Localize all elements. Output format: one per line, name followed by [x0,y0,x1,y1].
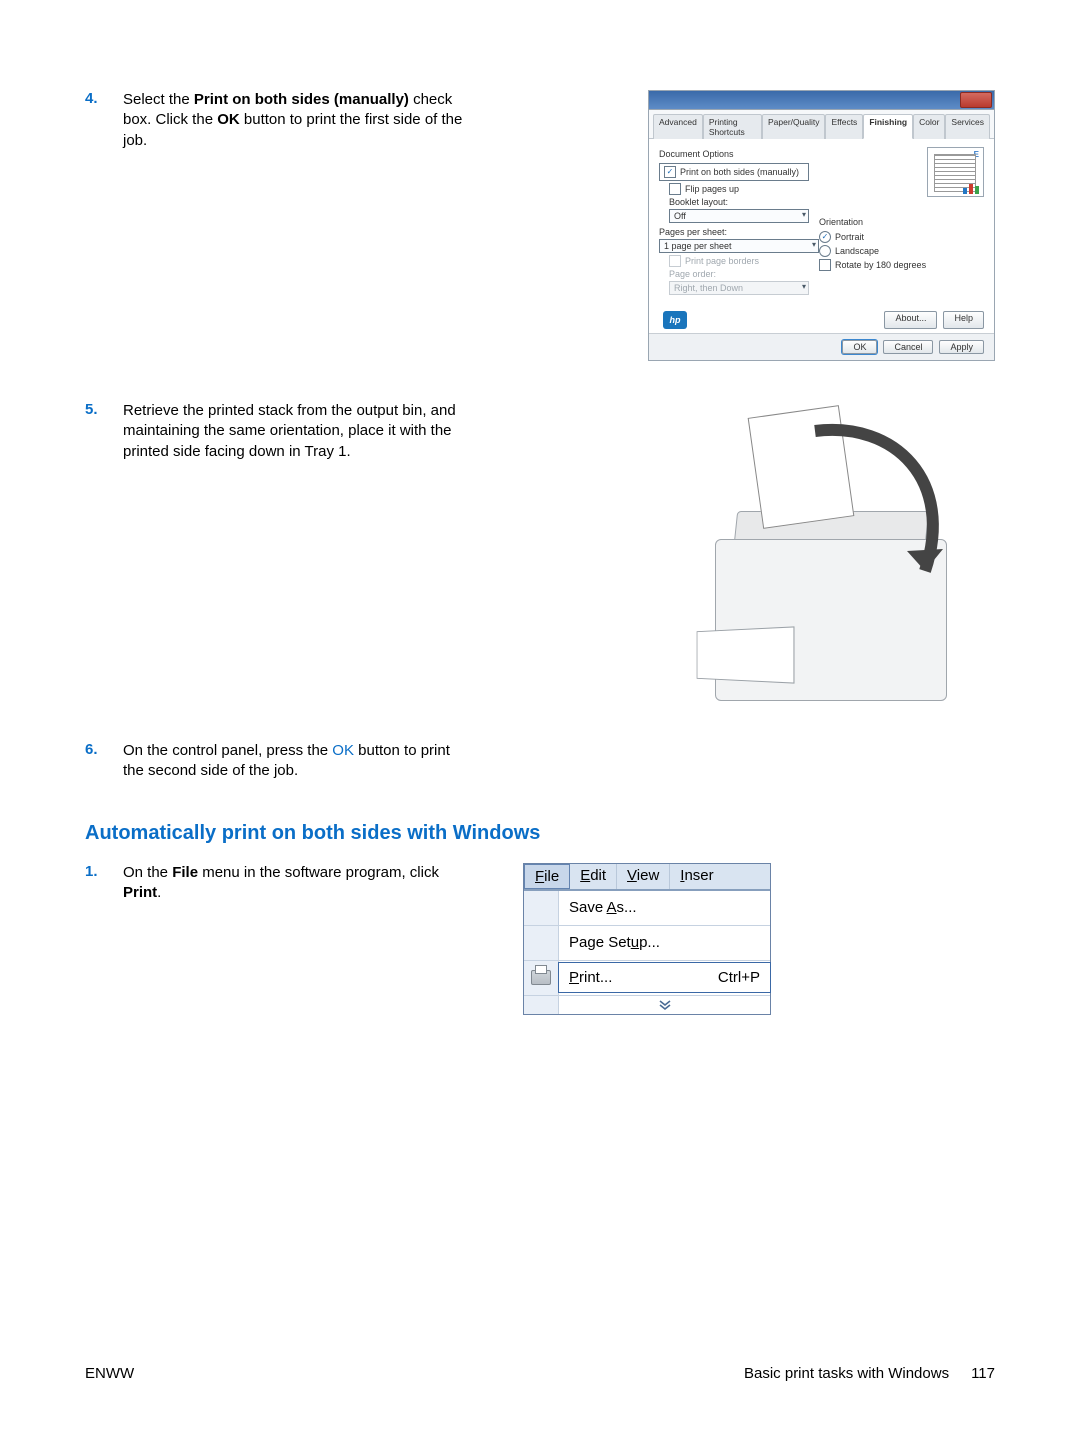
print-both-sides-checkbox[interactable]: Print on both sides (manually) [659,163,809,181]
orientation-label: Orientation [819,217,984,227]
tab-effects[interactable]: Effects [825,114,863,139]
auto-step-1-text: On the File menu in the software program… [123,863,463,904]
arrow-icon [695,401,995,701]
about-button[interactable]: About... [884,311,937,329]
cancel-button[interactable]: Cancel [883,340,933,354]
flip-pages-up-label: Flip pages up [685,184,739,194]
menu-page-setup[interactable]: Page Setup... [524,926,770,961]
tab-paper-quality[interactable]: Paper/Quality [762,114,826,139]
menu-bar: File Edit View Inser [524,864,770,890]
auto1-post: . [157,884,161,901]
tab-services[interactable]: Services [945,114,990,139]
step-5-number: 5. [85,401,123,418]
ok-button[interactable]: OK [842,340,877,354]
step-4-bold1: Print on both sides (manually) [194,91,409,108]
page-order-label: Page order: [669,269,809,279]
menu-edit[interactable]: Edit [570,864,617,889]
menu-save-as-label: Save As... [569,899,637,916]
printer-icon [524,961,559,995]
rotate-180-checkbox[interactable]: Rotate by 180 degrees [819,259,984,271]
print-both-sides-label: Print on both sides (manually) [680,167,799,177]
section-heading: Automatically print on both sides with W… [85,822,995,845]
tab-finishing[interactable]: Finishing [863,114,913,139]
auto-step-1-row: 1. On the File menu in the software prog… [85,863,995,1015]
menu-page-setup-label: Page Setup... [569,934,660,951]
booklet-layout-label: Booklet layout: [669,197,809,207]
menu-insert-rest: nser [684,867,713,884]
auto1-mid: menu in the software program, click [198,864,439,881]
radio-icon [819,245,831,257]
printer-illustration [695,401,995,701]
step-5-row: 5. Retrieve the printed stack from the o… [85,401,995,701]
step-6-ok: OK [332,742,354,759]
landscape-label: Landscape [835,246,879,256]
step-6-row: 6. On the control panel, press the OK bu… [85,741,995,782]
hp-logo-icon: hp [663,311,687,329]
tab-printing-shortcuts[interactable]: Printing Shortcuts [703,114,762,139]
menu-blank-icon [524,926,559,960]
pages-per-sheet-select[interactable]: 1 page per sheet [659,239,819,253]
step-6-text: On the control panel, press the OK butto… [123,741,463,782]
pages-per-sheet-value: 1 page per sheet [664,241,732,251]
print-page-borders-checkbox: Print page borders [669,255,809,267]
checkbox-icon [669,255,681,267]
menu-insert[interactable]: Inser [670,864,723,889]
menu-file[interactable]: File [524,864,570,889]
step-6-number: 6. [85,741,123,758]
page-order-select: Right, then Down [669,281,809,295]
menu-print[interactable]: Print... Ctrl+P [524,961,770,996]
pages-per-sheet-label: Pages per sheet: [659,227,809,237]
page-number: 117 [971,1365,995,1382]
menu-blank-icon [524,996,559,1014]
page-preview-icon [927,147,984,197]
auto1-bold2: Print [123,884,157,901]
step-4-pre: Select the [123,91,194,108]
menu-file-rest: ile [544,868,559,885]
booklet-layout-select[interactable]: Off [669,209,809,223]
step-4-number: 4. [85,90,123,107]
page-order-value: Right, then Down [674,283,743,293]
flip-pages-up-checkbox[interactable]: Flip pages up [669,183,809,195]
auto1-bold1: File [172,864,198,881]
help-button[interactable]: Help [943,311,984,329]
checkbox-icon [819,259,831,271]
portrait-label: Portrait [835,232,864,242]
apply-button[interactable]: Apply [939,340,984,354]
menu-view-rest: iew [637,867,660,884]
portrait-radio[interactable]: Portrait [819,231,984,243]
checkbox-icon [669,183,681,195]
checkbox-icon [664,166,676,178]
footer-right: Basic print tasks with Windows [744,1365,949,1382]
menu-blank-icon [524,891,559,925]
step-4-row: 4. Select the Print on both sides (manua… [85,90,995,361]
landscape-radio[interactable]: Landscape [819,245,984,257]
step-4-text: Select the Print on both sides (manually… [123,90,463,151]
file-menu-screenshot: File Edit View Inser Save As... Page Set… [523,863,771,1015]
dialog-tabs: Advanced Printing Shortcuts Paper/Qualit… [649,110,994,139]
auto1-pre: On the [123,864,172,881]
tab-color[interactable]: Color [913,114,945,139]
step-5-text: Retrieve the printed stack from the outp… [123,401,463,462]
close-icon[interactable] [960,92,992,108]
radio-icon [819,231,831,243]
step-4-bold2: OK [217,111,240,128]
menu-print-shortcut: Ctrl+P [718,969,760,986]
menu-print-label: Print... [569,969,612,986]
menu-view[interactable]: View [617,864,670,889]
tab-advanced[interactable]: Advanced [653,114,703,139]
print-properties-dialog: Advanced Printing Shortcuts Paper/Qualit… [648,90,995,361]
menu-save-as[interactable]: Save As... [524,891,770,926]
page-footer: ENWW Basic print tasks with Windows 117 [85,1365,995,1382]
auto-step-1-number: 1. [85,863,123,880]
menu-edit-rest: dit [590,867,606,884]
document-options-label: Document Options [659,149,809,159]
step-6-pre: On the control panel, press the [123,742,332,759]
menu-expand[interactable] [524,996,770,1014]
rotate-180-label: Rotate by 180 degrees [835,260,926,270]
chevron-down-icon [559,997,770,1013]
booklet-layout-value: Off [674,211,686,221]
dialog-titlebar [649,91,994,110]
print-page-borders-label: Print page borders [685,256,759,266]
footer-left: ENWW [85,1365,134,1382]
